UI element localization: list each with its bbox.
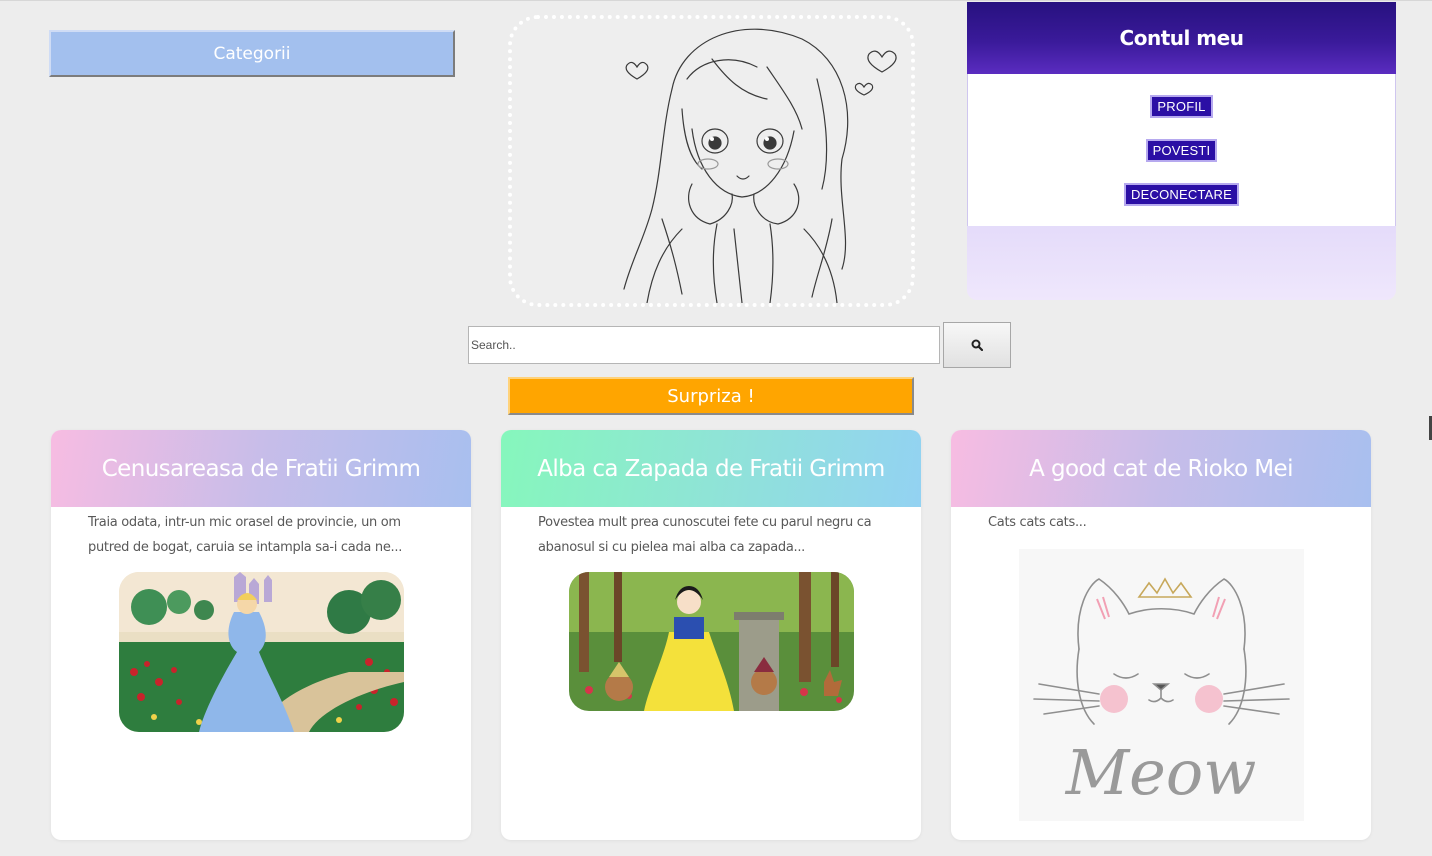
cinderella-illustration (118, 572, 404, 732)
story-card-cinderella[interactable]: Cenusareasa de Fratii Grimm Traia odata,… (51, 430, 471, 840)
account-panel: Contul meu PROFIL POVESTI DECONECTARE (967, 2, 1396, 300)
meow-text: Meow (1064, 736, 1256, 809)
stories-link[interactable]: POVESTI (1145, 138, 1218, 162)
story-excerpt: Povestea mult prea cunoscutei fete cu pa… (538, 515, 872, 555)
top-border (0, 0, 1432, 1)
story-title[interactable]: A good cat de Rioko Mei (951, 430, 1371, 507)
surprise-button[interactable]: Surpriza ! (508, 377, 914, 415)
logout-link[interactable]: DECONECTARE (1124, 182, 1239, 206)
profile-link[interactable]: PROFIL (1150, 94, 1213, 118)
search-icon (971, 339, 983, 351)
account-links: PROFIL POVESTI DECONECTARE (967, 74, 1396, 226)
story-excerpt: Cats cats cats... (988, 515, 1087, 530)
anime-girl-sketch-image (512, 19, 911, 303)
story-title[interactable]: Cenusareasa de Fratii Grimm (51, 430, 471, 507)
search-button[interactable] (943, 322, 1011, 368)
account-title: Contul meu (967, 2, 1396, 74)
snow-white-illustration (568, 572, 854, 711)
hero-image-frame (508, 15, 915, 307)
search-input[interactable] (468, 326, 940, 364)
story-title[interactable]: Alba ca Zapada de Fratii Grimm (501, 430, 921, 507)
categories-button[interactable]: Categorii (49, 30, 455, 77)
story-excerpt: Traia odata, intr-un mic orasel de provi… (88, 515, 403, 555)
meow-cat-illustration: Meow (1018, 549, 1304, 821)
story-card-snow-white[interactable]: Alba ca Zapada de Fratii Grimm Povestea … (501, 430, 921, 840)
story-card-good-cat[interactable]: A good cat de Rioko Mei Cats cats cats..… (951, 430, 1371, 840)
